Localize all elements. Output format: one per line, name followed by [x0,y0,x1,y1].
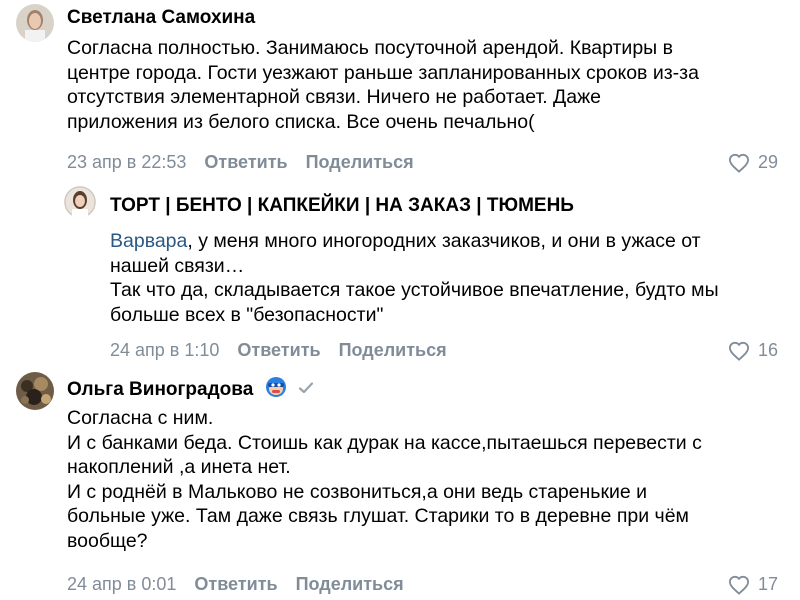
comment-text: Варвара, у меня много иногородних заказч… [110,229,719,327]
like-button[interactable]: 29 [728,152,778,173]
comment-meta: 24 апр в 0:01 Ответить Поделиться [67,574,404,595]
comment-text: Согласна с ним. И с банками беда. Стоишь… [67,406,702,553]
text-line: центре города. Гости уезжают раньше запл… [67,61,699,84]
comment-date[interactable]: 24 апр в 0:01 [67,574,176,594]
share-button[interactable]: Поделиться [296,574,404,594]
author-name[interactable]: Ольга Виноградова [67,376,314,404]
author-name[interactable]: Светлана Самохина [67,7,255,29]
like-count: 16 [757,340,778,360]
mention-link[interactable]: Варвара [110,230,187,252]
checkmark-icon [298,379,314,401]
text-line: нашей связи… [110,254,245,277]
mask-emoji-icon [265,376,287,404]
comment-meta: 24 апр в 1:10 Ответить Поделиться [110,340,447,361]
avatar[interactable] [16,4,54,42]
text-line: И с банками беда. Стоишь как дурак на ка… [67,431,702,454]
comment-date[interactable]: 24 апр в 1:10 [110,340,219,360]
text-line: накоплений ,а инета нет. [67,456,291,478]
heart-outline-icon [728,153,749,173]
text-line: Варвара, у меня много иногородних заказч… [110,230,701,252]
reply-button[interactable]: Ответить [237,340,320,360]
author-name[interactable]: ТОРТ | БЕНТО | КАПКЕЙКИ | НА ЗАКАЗ | ТЮМ… [110,195,574,217]
heart-outline-icon [728,575,749,595]
text-line: отсутствия элементарной связи. Ничего не… [67,86,601,108]
text-line: И с роднёй в Мальково не созвониться,а о… [67,480,648,503]
comment-meta: 23 апр в 22:53 Ответить Поделиться [67,152,414,173]
like-button[interactable]: 16 [728,340,778,361]
text-line: Согласна полностью. Занимаюсь посуточной… [67,37,673,59]
reply-button[interactable]: Ответить [194,574,277,594]
text-line: больные уже. Там даже связь глушат. Стар… [67,505,689,527]
share-button[interactable]: Поделиться [339,340,447,360]
like-count: 29 [757,152,778,172]
avatar[interactable] [16,372,54,410]
heart-outline-icon [728,341,749,361]
like-count: 17 [757,574,778,594]
text-line: Так что да, складывается такое устойчиво… [110,279,719,301]
share-button[interactable]: Поделиться [306,152,414,172]
text-line: вообще? [67,529,148,552]
text-line: больше всех в "безопасности" [110,303,384,326]
avatar[interactable] [64,186,96,218]
comment-date[interactable]: 23 апр в 22:53 [67,152,186,172]
text-line: Согласна с ним. [67,407,214,429]
reply-button[interactable]: Ответить [204,152,287,172]
like-button[interactable]: 17 [728,574,778,595]
text-line: приложения из белого списка. Все очень п… [67,110,535,133]
comment-text: Согласна полностью. Занимаюсь посуточной… [67,36,699,134]
